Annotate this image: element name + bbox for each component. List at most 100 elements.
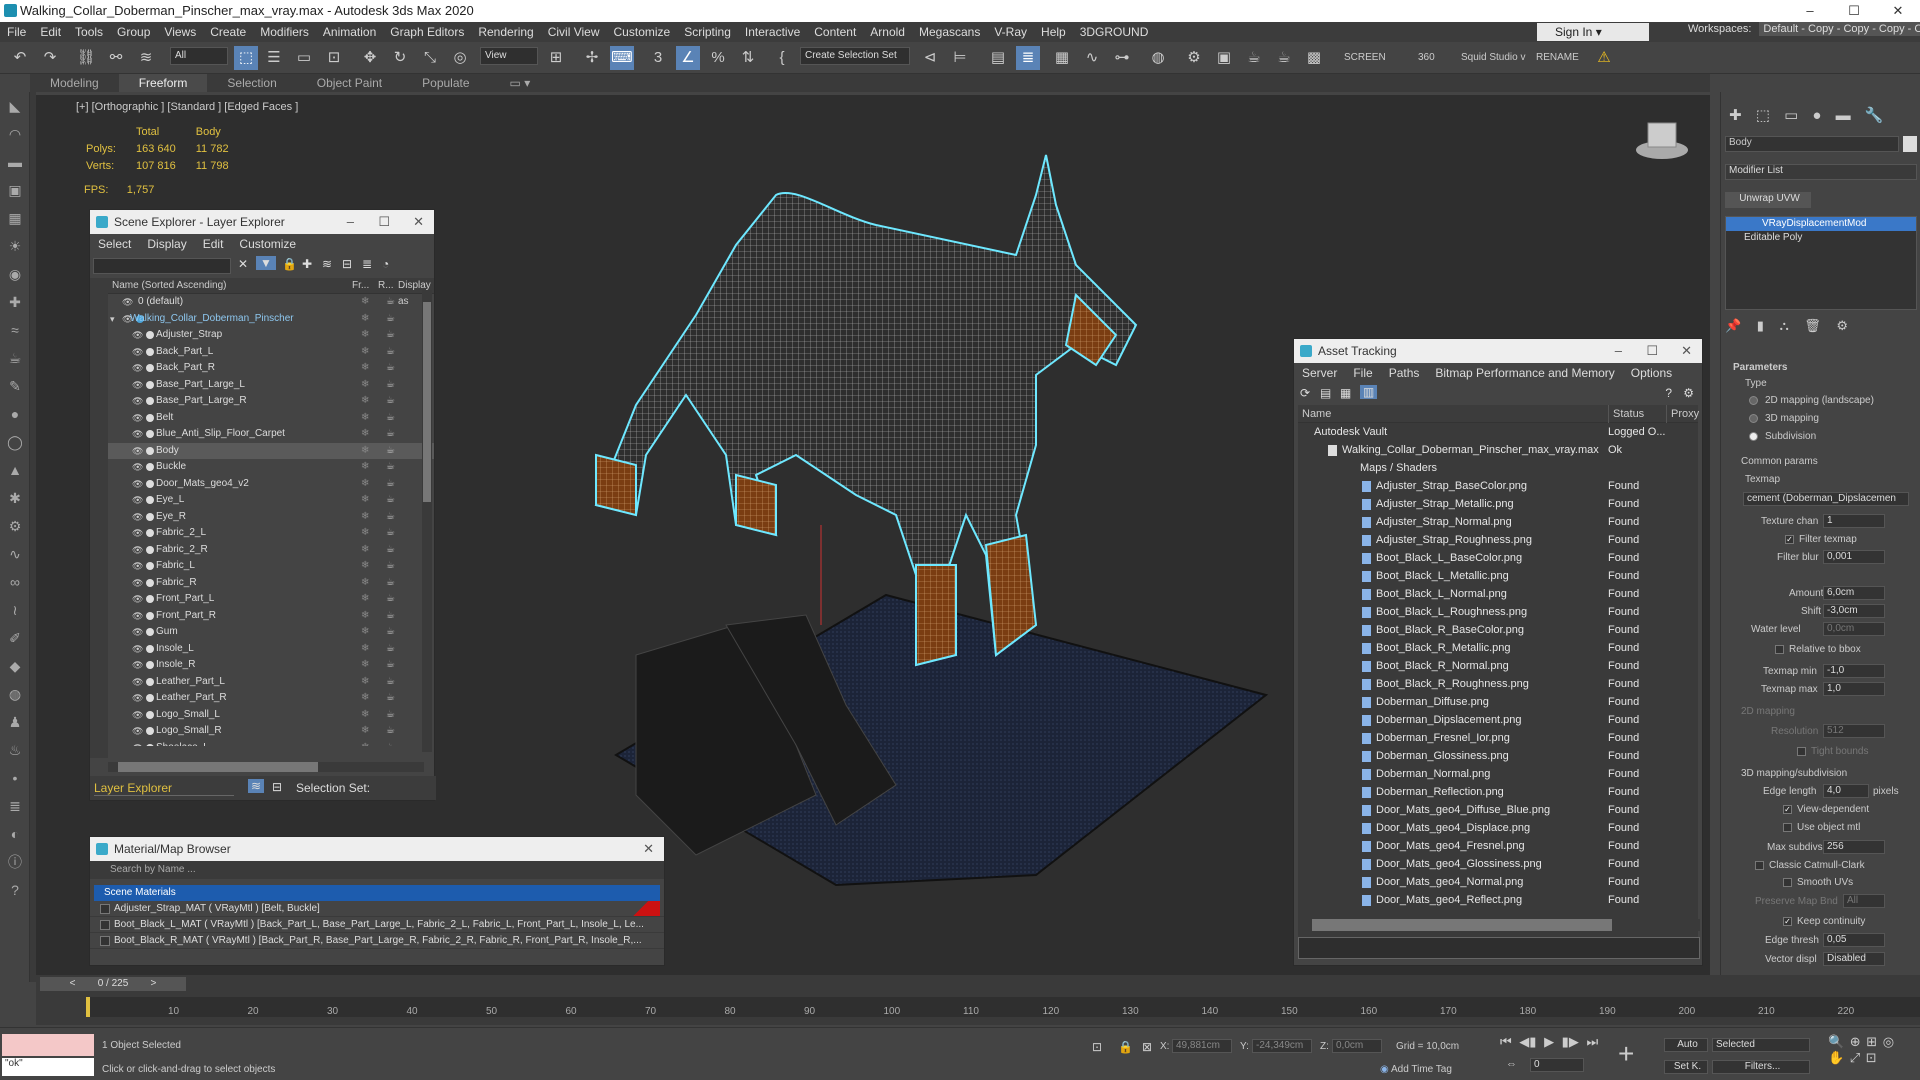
highlight-icon[interactable]: ◔: [382, 257, 389, 271]
material-search-input[interactable]: Search by Name ...: [90, 861, 664, 879]
visibility-eye-icon[interactable]: 👁: [132, 674, 143, 690]
col-freeze[interactable]: Fr...: [352, 278, 369, 294]
visibility-eye-icon[interactable]: 👁: [132, 558, 143, 574]
asset-row[interactable]: Door_Mats_geo4_Diffuse_Blue.png Found: [1298, 801, 1698, 819]
freeze-icon[interactable]: ❄: [361, 558, 369, 574]
current-frame-field[interactable]: 0: [1530, 1058, 1584, 1072]
asset-row[interactable]: Doberman_Reflection.png Found: [1298, 783, 1698, 801]
radio-subdivision[interactable]: [1749, 432, 1758, 441]
asset-row[interactable]: Doberman_Diffuse.png Found: [1298, 693, 1698, 711]
menu-rendering[interactable]: Rendering: [471, 25, 540, 39]
layer-row[interactable]: 👁 Front_Part_L ❄ ☕: [108, 591, 434, 608]
close-button[interactable]: ✕: [1876, 0, 1920, 22]
col-render[interactable]: R...: [378, 278, 394, 294]
asset-row[interactable]: Door_Mats_geo4_Normal.png Found: [1298, 873, 1698, 891]
figure-icon[interactable]: ♟: [0, 708, 30, 736]
select-by-name-icon[interactable]: ☰: [262, 46, 286, 70]
time-slider[interactable]: < 0 / 225 >: [40, 977, 186, 991]
maximize-button[interactable]: ☐: [1832, 0, 1876, 22]
render-teapot-icon[interactable]: ☕: [386, 690, 395, 706]
render-teapot-icon[interactable]: ☕: [386, 542, 395, 558]
radio-3d-mapping[interactable]: [1749, 414, 1758, 423]
placement-icon[interactable]: ◎: [448, 46, 472, 70]
render-teapot-icon[interactable]: ☕: [386, 608, 395, 624]
render-teapot-icon[interactable]: ☕: [386, 740, 395, 747]
keep-continuity-checkbox[interactable]: ✓: [1783, 917, 1792, 926]
smooth-uvs-checkbox[interactable]: [1783, 878, 1792, 887]
stack-editable-poly[interactable]: Editable Poly: [1726, 231, 1916, 245]
menu-create[interactable]: Create: [203, 25, 253, 39]
named-selection-dropdown[interactable]: Create Selection Set: [800, 47, 910, 65]
asset-row[interactable]: Doberman_Fresnel_Ior.png Found: [1298, 729, 1698, 747]
workspaces-dropdown[interactable]: Default - Copy - Copy - Copy - Copy: [1759, 22, 1920, 36]
angle-label[interactable]: 360: [1418, 52, 1435, 63]
viewport-label[interactable]: [+] [Orthographic ] [Standard ] [Edged F…: [76, 101, 298, 113]
freeze-icon[interactable]: ❄: [361, 327, 369, 343]
scene-explorer-scrollbar[interactable]: [422, 290, 432, 752]
angle-snap-icon[interactable]: ∠: [676, 46, 700, 70]
layer-stack-icon[interactable]: ≣: [362, 257, 372, 271]
render-teapot-icon[interactable]: ☕: [386, 393, 395, 409]
maxscript-listener[interactable]: [2, 1034, 94, 1056]
asset-row[interactable]: Boot_Black_L_Roughness.png Found: [1298, 603, 1698, 621]
menu-animation[interactable]: Animation: [316, 25, 383, 39]
help-icon[interactable]: ?: [0, 876, 30, 904]
freeze-icon[interactable]: ❄: [361, 641, 369, 657]
stack-toolbar[interactable]: 📌 ▮ ⛬ 🗑 ⚙: [1725, 318, 1917, 338]
visibility-eye-icon[interactable]: 👁: [132, 542, 143, 558]
asset-row[interactable]: Boot_Black_R_Metallic.png Found: [1298, 639, 1698, 657]
scale-icon[interactable]: ⤡: [418, 46, 442, 70]
edge-thresh-spinner[interactable]: 0,05: [1823, 933, 1885, 947]
amount-spinner[interactable]: 6,0cm: [1823, 586, 1885, 600]
layer-explorer-dropdown[interactable]: Layer Explorer: [94, 781, 234, 796]
freeze-icon[interactable]: ❄: [361, 311, 369, 327]
radio-2d-mapping[interactable]: [1749, 396, 1758, 405]
globe-icon[interactable]: ◍: [0, 680, 30, 708]
select-manipulate-icon[interactable]: ✢: [580, 46, 604, 70]
torus-icon[interactable]: ◯: [0, 428, 30, 456]
screen-label[interactable]: SCREEN: [1344, 52, 1386, 63]
ribbon-tab-freeform[interactable]: Freeform: [118, 74, 208, 92]
asset-menu-options[interactable]: Options: [1623, 363, 1680, 383]
render-teapot-icon[interactable]: ☕: [386, 426, 395, 442]
window-crossing-icon[interactable]: ⊡: [322, 46, 346, 70]
layer-row[interactable]: 👁 Base_Part_Large_R ❄ ☕: [108, 393, 434, 410]
layers-icon[interactable]: ≋: [322, 257, 332, 271]
layer-row[interactable]: 👁 Insole_L ❄ ☕: [108, 641, 434, 658]
freeze-icon[interactable]: ❄: [361, 674, 369, 690]
squid-studio-label[interactable]: Squid Studio v: [1461, 52, 1526, 63]
freeze-icon[interactable]: ❄: [361, 624, 369, 640]
rendered-frame-icon[interactable]: ▣: [1212, 46, 1236, 70]
settings-icon[interactable]: ⚙: [1683, 386, 1694, 400]
visibility-eye-icon[interactable]: 👁: [132, 377, 143, 393]
grid-icon[interactable]: ▥: [1360, 385, 1378, 399]
align-icon[interactable]: ⊨: [948, 46, 972, 70]
hair-icon[interactable]: ≀: [0, 596, 30, 624]
isolate-icon[interactable]: ⊡: [1092, 1040, 1102, 1054]
key-filter-dropdown[interactable]: Selected: [1712, 1038, 1810, 1052]
visibility-eye-icon[interactable]: 👁: [132, 426, 143, 442]
sort-icon[interactable]: ⊟: [272, 780, 282, 794]
layer-row[interactable]: 👁 Eye_R ❄ ☕: [108, 509, 434, 526]
layer-row[interactable]: 👁 Eye_L ❄ ☕: [108, 492, 434, 509]
layer-row[interactable]: 👁 Fabric_2_R ❄ ☕: [108, 542, 434, 559]
freeze-icon[interactable]: ❄: [361, 426, 369, 442]
render-teapot-icon[interactable]: ☕: [386, 509, 395, 525]
layer-row[interactable]: 👁 Base_Part_Large_L ❄ ☕: [108, 377, 434, 394]
layer-row[interactable]: ▾ 👁 Walking_Collar_Doberman_Pinscher ❄ ☕: [108, 311, 434, 328]
layer-row[interactable]: 👁 Door_Mats_geo4_v2 ❄ ☕: [108, 476, 434, 493]
scene-explorer-column-header[interactable]: Name (Sorted Ascending) Fr... R... Displ…: [108, 278, 434, 307]
render-teapot-icon[interactable]: ☕: [386, 657, 395, 673]
texmap-min-spinner[interactable]: -1,0: [1823, 664, 1885, 678]
visibility-eye-icon[interactable]: 👁: [132, 327, 143, 343]
menu-tools[interactable]: Tools: [68, 25, 110, 39]
view-dependent-checkbox[interactable]: ✓: [1783, 805, 1792, 814]
object-name-field[interactable]: Body: [1725, 136, 1899, 152]
asset-row[interactable]: Door_Mats_geo4_Displace.png Found: [1298, 819, 1698, 837]
maximize-icon[interactable]: ☐: [1646, 339, 1658, 363]
material-row[interactable]: Adjuster_Strap_MAT ( VRayMtl ) [Belt, Bu…: [90, 901, 664, 917]
reference-coord-dropdown[interactable]: View: [480, 47, 538, 65]
mirror-icon[interactable]: ⊲: [918, 46, 942, 70]
shift-spinner[interactable]: -3,0cm: [1823, 604, 1885, 618]
unwrap-uvw-button[interactable]: Unwrap UVW: [1725, 192, 1811, 208]
